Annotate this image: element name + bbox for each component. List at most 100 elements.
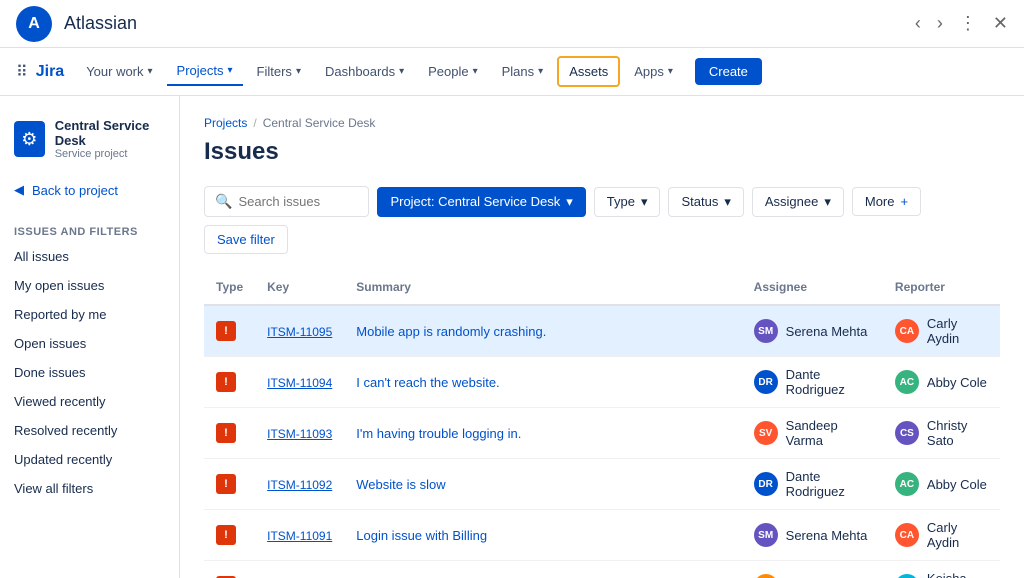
- reporter-avatar: CS: [895, 421, 919, 445]
- cell-key: ITSM-11092: [255, 459, 344, 510]
- back-arrow-icon: ◀: [14, 182, 24, 198]
- nav-item-assets[interactable]: Assets: [557, 56, 620, 87]
- cell-summary: I can't reach the website.: [344, 357, 741, 408]
- save-filter-button[interactable]: Save filter: [204, 225, 288, 254]
- issues-filters-section-title: Issues and filters: [0, 218, 179, 242]
- sidebar-item-my-open-issues[interactable]: My open issues: [0, 271, 179, 300]
- nav-item-plans[interactable]: Plans ▾: [492, 58, 554, 85]
- issue-summary-text[interactable]: Website is slow: [356, 477, 445, 492]
- sidebar-item-done-issues[interactable]: Done issues: [0, 358, 179, 387]
- assignee-name: Dante Rodriguez: [786, 469, 871, 499]
- table-row[interactable]: ! ITSM-11095 Mobile app is randomly cras…: [204, 305, 1000, 357]
- issue-summary-text[interactable]: I can't reach the website.: [356, 375, 499, 390]
- issue-key-link[interactable]: ITSM-11093: [267, 427, 332, 441]
- nav-item-assets-label: Assets: [569, 64, 608, 79]
- reporter-avatar: CA: [895, 319, 919, 343]
- reporter-avatar: CA: [895, 523, 919, 547]
- cell-reporter: CA Carly Aydin: [883, 305, 1000, 357]
- assignee-avatar: SM: [754, 523, 778, 547]
- nav-item-filters[interactable]: Filters ▾: [247, 58, 311, 85]
- close-icon[interactable]: ✕: [993, 13, 1008, 34]
- project-icon-symbol: ⚙: [21, 129, 37, 150]
- grid-icon[interactable]: ⠿: [16, 62, 28, 82]
- breadcrumb-projects[interactable]: Projects: [204, 116, 247, 130]
- issue-key-link[interactable]: ITSM-11095: [267, 325, 332, 339]
- nav-item-filters-label: Filters: [257, 64, 292, 79]
- nav-item-people[interactable]: People ▾: [418, 58, 488, 85]
- nav-logo: Jira: [36, 63, 64, 81]
- table-row[interactable]: ! ITSM-11092 Website is slow DR Dante Ro…: [204, 459, 1000, 510]
- back-icon[interactable]: ‹: [915, 13, 921, 34]
- apps-chevron: ▾: [668, 66, 673, 77]
- cell-type: !: [204, 408, 255, 459]
- issue-summary-text[interactable]: I'm having trouble logging in.: [356, 426, 521, 441]
- nav-item-apps-label: Apps: [634, 64, 664, 79]
- more-filter-button[interactable]: More +: [852, 187, 921, 216]
- issue-key-link[interactable]: ITSM-11091: [267, 529, 332, 543]
- forward-icon[interactable]: ›: [937, 13, 943, 34]
- issue-key-link[interactable]: ITSM-11092: [267, 478, 332, 492]
- sidebar-item-resolved-recently[interactable]: Resolved recently: [0, 416, 179, 445]
- nav-item-people-label: People: [428, 64, 468, 79]
- more-label: More: [865, 194, 895, 209]
- search-input[interactable]: [238, 194, 358, 209]
- more-plus-icon: +: [901, 194, 909, 209]
- title-bar: A Atlassian ‹ › ⋮ ✕: [0, 0, 1024, 48]
- assignee-avatar: SM: [754, 319, 778, 343]
- title-bar-right: ‹ › ⋮ ✕: [915, 13, 1008, 34]
- project-type: Service project: [55, 148, 165, 160]
- back-to-project[interactable]: ◀ Back to project: [0, 174, 179, 206]
- table-row[interactable]: ! ITSM-11094 I can't reach the website. …: [204, 357, 1000, 408]
- issue-summary-text[interactable]: Login issue with Billing: [356, 528, 487, 543]
- breadcrumb: Projects / Central Service Desk: [204, 116, 1000, 130]
- status-filter-button[interactable]: Status ▾: [668, 187, 743, 217]
- reporter-cell: CS Christy Sato: [895, 418, 988, 448]
- cell-key: ITSM-11090: [255, 561, 344, 578]
- reporter-name: Abby Cole: [927, 477, 987, 492]
- sidebar-item-viewed-recently[interactable]: Viewed recently: [0, 387, 179, 416]
- breadcrumb-sep1: /: [253, 116, 256, 130]
- page-title: Issues: [204, 138, 1000, 166]
- assignee-filter-button[interactable]: Assignee ▾: [752, 187, 844, 217]
- project-filter-chevron: ▾: [566, 194, 573, 210]
- create-button[interactable]: Create: [695, 58, 762, 85]
- sidebar-project: ⚙ Central Service Desk Service project: [0, 108, 179, 174]
- sidebar-item-open-issues[interactable]: Open issues: [0, 329, 179, 358]
- assignee-avatar: SV: [754, 421, 778, 445]
- project-icon: ⚙: [14, 121, 45, 157]
- table-row[interactable]: ! ITSM-11093 I'm having trouble logging …: [204, 408, 1000, 459]
- cell-summary: Mobile app is randomly crashing.: [344, 305, 741, 357]
- nav-item-projects-label: Projects: [177, 63, 224, 78]
- nav-item-apps[interactable]: Apps ▾: [624, 58, 683, 85]
- sidebar-item-reported-by-me[interactable]: Reported by me: [0, 300, 179, 329]
- assignee-avatar: DR: [754, 472, 778, 496]
- issue-key-link[interactable]: ITSM-11094: [267, 376, 332, 390]
- plans-chevron: ▾: [538, 66, 543, 77]
- filters-bar: 🔍 Project: Central Service Desk ▾ Type ▾…: [204, 186, 1000, 254]
- table-row[interactable]: ! ITSM-11090 Dell 24 inch monitor is bro…: [204, 561, 1000, 578]
- reporter-avatar: KO: [895, 574, 919, 578]
- cell-type: !: [204, 305, 255, 357]
- assignee-chevron: ▾: [824, 194, 831, 210]
- project-filter-button[interactable]: Project: Central Service Desk ▾: [377, 187, 585, 217]
- sidebar-item-updated-recently[interactable]: Updated recently: [0, 445, 179, 474]
- reporter-name: Carly Aydin: [927, 520, 988, 550]
- assignee-cell: SM Serena Mehta: [754, 319, 871, 343]
- search-box[interactable]: 🔍: [204, 186, 369, 217]
- sidebar-item-view-all-filters[interactable]: View all filters: [0, 474, 179, 503]
- app-title: Atlassian: [64, 13, 137, 34]
- menu-icon[interactable]: ⋮: [959, 13, 977, 34]
- sidebar-item-all-issues[interactable]: All issues: [0, 242, 179, 271]
- incident-type-icon: !: [216, 372, 236, 392]
- main-layout: ⚙ Central Service Desk Service project ◀…: [0, 96, 1024, 578]
- reporter-avatar: AC: [895, 370, 919, 394]
- table-row[interactable]: ! ITSM-11091 Login issue with Billing SM…: [204, 510, 1000, 561]
- nav-item-your-work[interactable]: Your work ▾: [76, 58, 162, 85]
- type-filter-button[interactable]: Type ▾: [594, 187, 661, 217]
- nav-item-dashboards[interactable]: Dashboards ▾: [315, 58, 414, 85]
- incident-type-icon: !: [216, 423, 236, 443]
- reporter-cell: AC Abby Cole: [895, 472, 988, 496]
- issue-summary-text[interactable]: Mobile app is randomly crashing.: [356, 324, 546, 339]
- cell-key: ITSM-11094: [255, 357, 344, 408]
- nav-item-projects[interactable]: Projects ▾: [167, 57, 243, 86]
